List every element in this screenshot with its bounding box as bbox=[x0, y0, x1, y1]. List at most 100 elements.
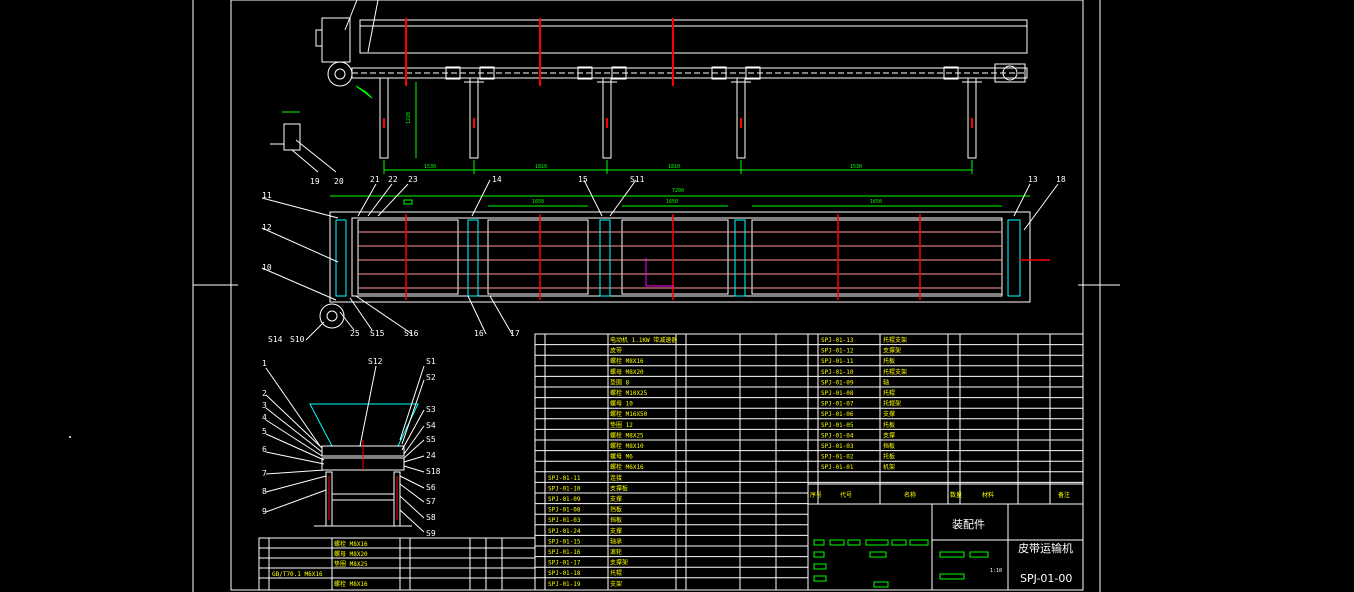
label-18: 18 bbox=[1056, 175, 1066, 184]
stray-point bbox=[69, 436, 71, 438]
bom-header-qty: 数量 bbox=[950, 491, 962, 499]
bom-mid-name: 托板 bbox=[883, 357, 895, 365]
bom-mid-name: 托辊支架 bbox=[883, 368, 907, 376]
bom-left-code: SPJ-01-03 bbox=[548, 517, 581, 524]
bom-left-name: 螺栓 M16X50 bbox=[610, 410, 648, 418]
bom-left-name: 螺栓 M6X16 bbox=[610, 463, 644, 471]
bom-left-name: 螺母 M6 bbox=[610, 453, 633, 461]
label-6: 6 bbox=[262, 445, 267, 454]
dim-bay-2: 1650 bbox=[666, 199, 678, 205]
plan-motor bbox=[319, 303, 345, 329]
bom-left-name: 支架 bbox=[610, 580, 622, 588]
bom-left-code: SPJ-01-09 bbox=[548, 496, 581, 503]
label-S9: S9 bbox=[426, 529, 436, 538]
bom-mid-name: 支撑 bbox=[883, 410, 895, 418]
bom-mid-code: SPJ-01-12 bbox=[821, 348, 854, 355]
bom-left-code: SPJ-01-11 bbox=[548, 475, 581, 482]
label-S16: S16 bbox=[404, 329, 419, 338]
drawing-title: 皮带运输机 bbox=[1018, 541, 1073, 555]
bom-mid-name: 托板 bbox=[883, 421, 895, 429]
bom-mid-code: SPJ-01-03 bbox=[821, 443, 854, 450]
bom-mid-name: 支撑 bbox=[883, 431, 895, 439]
label-21: 21 bbox=[370, 175, 380, 184]
label-25: 25 bbox=[350, 329, 360, 338]
bom-left-name: 挡板 bbox=[610, 506, 622, 514]
side-rollers bbox=[445, 66, 959, 80]
label-1: 1 bbox=[262, 359, 267, 368]
label-3: 3 bbox=[262, 401, 267, 410]
bom-small-table bbox=[258, 537, 536, 591]
bom-left-name: 螺栓 M8X16 bbox=[610, 357, 644, 365]
dim-top-span-3: 1810 bbox=[668, 164, 680, 170]
side-dimensions bbox=[383, 82, 973, 174]
dim-bay-3: 1650 bbox=[870, 199, 882, 205]
label-11: 11 bbox=[262, 191, 272, 200]
bom-mid-code: SPJ-01-13 bbox=[821, 337, 854, 344]
dim-top-span-2: 1810 bbox=[535, 164, 547, 170]
title-block-green-marks bbox=[813, 539, 989, 588]
bom-left-name: 轴承 bbox=[610, 537, 622, 545]
label-S14: S14 bbox=[268, 335, 283, 344]
bom-left-name: 电动机 1.1KW 带减速器 bbox=[610, 336, 677, 344]
bom-left-name: 支撑 bbox=[610, 527, 622, 535]
bom-mid-code: SPJ-01-09 bbox=[821, 379, 854, 386]
label-9: 9 bbox=[262, 507, 267, 516]
bom-small-rows: 螺栓 M8X16 螺母 M8X20 垫圈 M8X25 GB/T70.1 M6X1… bbox=[272, 540, 368, 588]
bom-mid-name: 托辊 bbox=[883, 389, 895, 397]
bom-left-name: 螺母 10 bbox=[610, 400, 633, 408]
bom-left-name: 螺栓 M8X25 bbox=[610, 431, 644, 439]
label-20: 20 bbox=[334, 177, 344, 186]
bom-left-name: 螺栓 M10X25 bbox=[610, 389, 648, 397]
section-labels-left: 1 2 3 4 5 6 7 8 9 bbox=[262, 359, 267, 516]
label-14: 14 bbox=[492, 175, 502, 184]
assembly-label: 装配件 bbox=[952, 518, 985, 531]
bom-small-name-0: 螺栓 M8X16 bbox=[334, 540, 368, 548]
bom-left-code: SPJ-01-18 bbox=[548, 570, 581, 577]
bom-mid-code: SPJ-01-01 bbox=[821, 464, 854, 471]
label-S6: S6 bbox=[426, 483, 436, 492]
label-16: 16 bbox=[474, 329, 484, 338]
bom-small-name-4: 螺栓 M8X16 bbox=[334, 580, 368, 588]
side-elevation-view bbox=[315, 0, 1028, 174]
section-leaders-right bbox=[359, 365, 425, 533]
bom-small-name-3: GB/T70.1 M6X16 bbox=[272, 571, 323, 578]
bom-small-name-2: 垫圈 M8X25 bbox=[334, 560, 368, 568]
section-labels-right: S1 S2 S3 S4 S5 24 S18 S6 S7 S8 S9 bbox=[426, 357, 441, 538]
label-10: 10 bbox=[262, 263, 272, 272]
bom-left-code: SPJ-01-15 bbox=[548, 538, 581, 545]
bom-left-code: SPJ-01-08 bbox=[548, 507, 581, 514]
bom-header-name: 名称 bbox=[904, 491, 916, 499]
label-S8: S8 bbox=[426, 513, 436, 522]
label-S5: S5 bbox=[426, 435, 436, 444]
label-S2: S2 bbox=[426, 373, 436, 382]
bom-left-name: 连接 bbox=[610, 474, 622, 482]
ucs-axes bbox=[645, 258, 674, 287]
label-8: 8 bbox=[262, 487, 267, 496]
bom-left-name: 皮带 bbox=[610, 347, 622, 355]
dim-bay-1: 1650 bbox=[532, 199, 544, 205]
bom-mid-name: 机架 bbox=[883, 463, 895, 471]
bom-left-code: SPJ-01-17 bbox=[548, 560, 581, 567]
cad-drawing-canvas: 1530 1810 1810 1530 1220 19 20 7200 1650… bbox=[69, 0, 1120, 592]
label-S11: S11 bbox=[630, 175, 645, 184]
bom-mid-name: 托辊支架 bbox=[883, 336, 907, 344]
bom-left-name: 螺栓 M8X10 bbox=[610, 442, 644, 450]
bom-header-note: 备注 bbox=[1058, 491, 1070, 499]
bom-left-name: 挡板 bbox=[610, 516, 622, 524]
bom-left-code: SPJ-01-24 bbox=[548, 528, 581, 535]
bom-left-name: 垫圈 8 bbox=[610, 378, 630, 386]
plan-end-rollers bbox=[335, 219, 1021, 297]
bom-left-code: SPJ-01-19 bbox=[548, 581, 581, 588]
bom-mid-code: SPJ-01-04 bbox=[821, 432, 854, 439]
bom-left-name: 托辊 bbox=[610, 569, 622, 577]
bom-left-name: 垫圈 12 bbox=[610, 421, 633, 429]
label-24: 24 bbox=[426, 451, 436, 460]
label-S10: S10 bbox=[290, 335, 305, 344]
bom-left-rows: 电动机 1.1KW 带减速器皮带螺栓 M8X16 螺母 M8X20 垫圈 8 螺栓 M… bbox=[548, 336, 677, 588]
label-15: 15 bbox=[578, 175, 588, 184]
small-detail-19-20 bbox=[270, 111, 337, 173]
bom-header-material: 材料 bbox=[982, 491, 994, 499]
bom-mid-name: 托板 bbox=[883, 453, 895, 461]
label-13: 13 bbox=[1028, 175, 1038, 184]
bom-header-seq: 序号 bbox=[810, 491, 822, 499]
